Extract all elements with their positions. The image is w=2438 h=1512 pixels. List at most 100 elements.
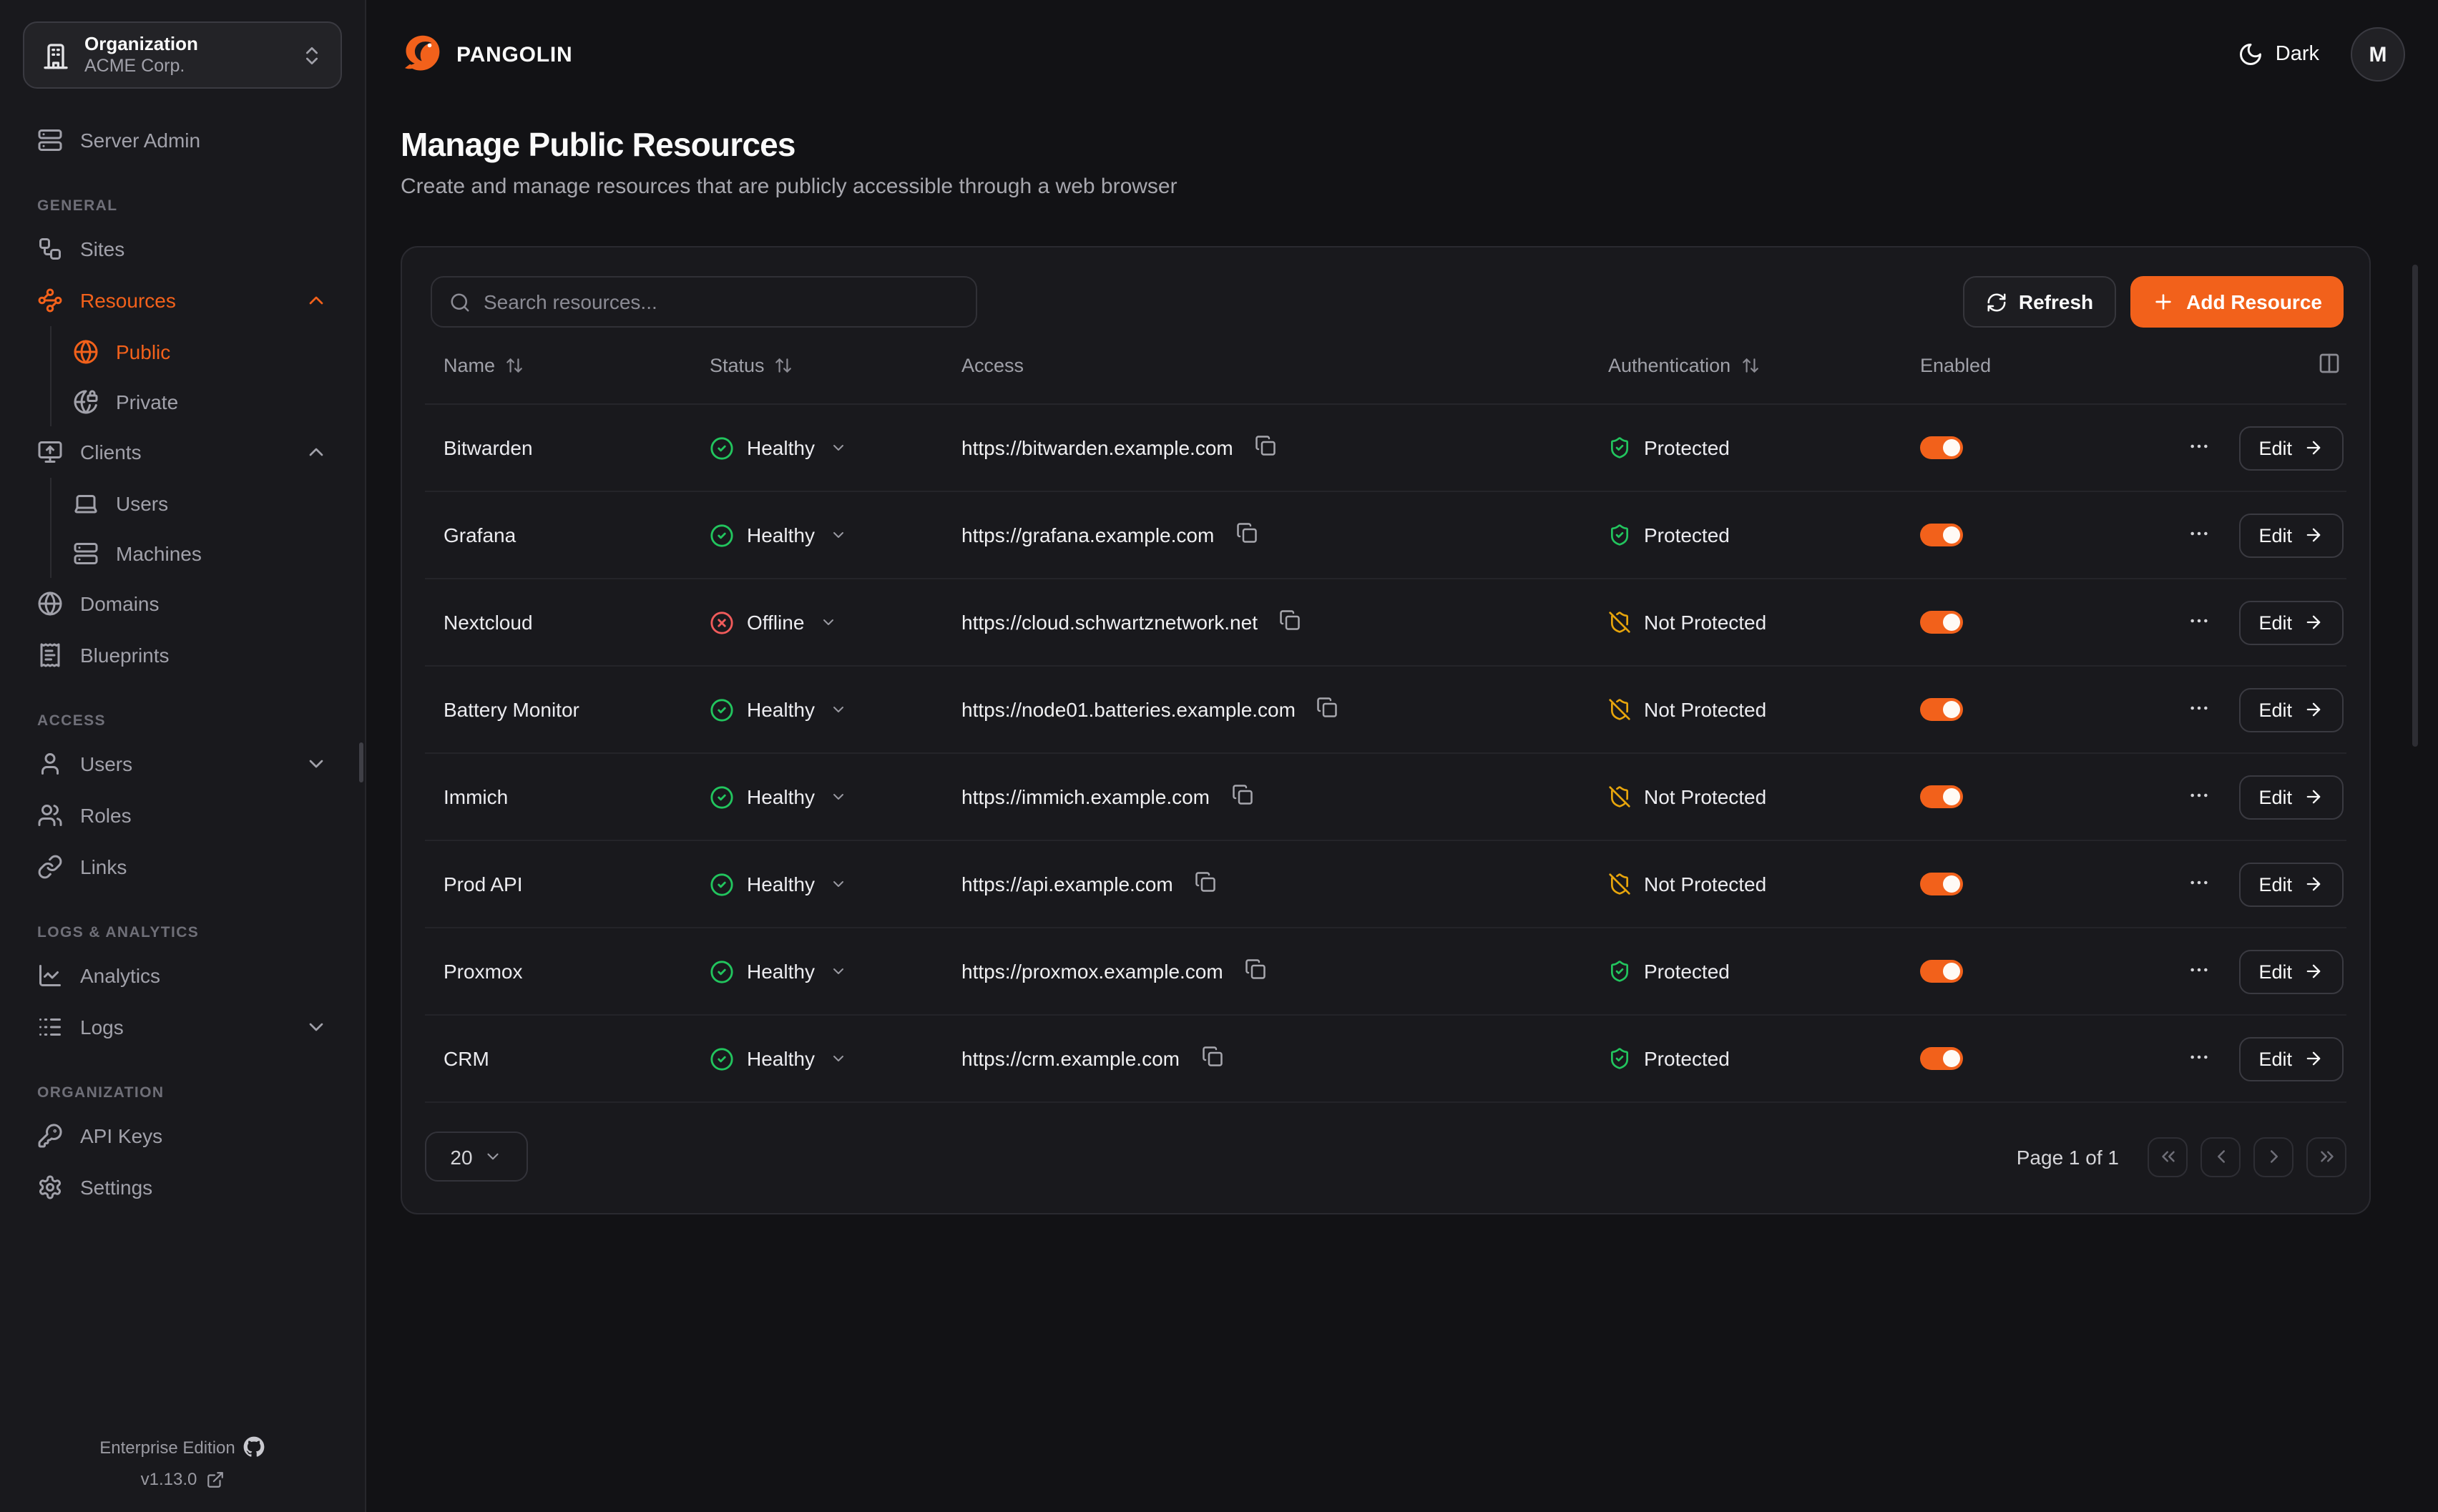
theme-toggle[interactable]: Dark — [2238, 41, 2319, 67]
refresh-button[interactable]: Refresh — [1963, 276, 2116, 328]
user-avatar[interactable]: M — [2351, 27, 2405, 82]
arrow-right-icon — [2304, 612, 2324, 632]
sidebar-item-settings[interactable]: Settings — [23, 1162, 342, 1213]
edit-button[interactable]: Edit — [2238, 426, 2344, 470]
copy-url-button[interactable] — [1192, 868, 1219, 900]
resource-url: https://grafana.example.com — [961, 524, 1214, 546]
sidebar-item-roles[interactable]: Roles — [23, 790, 342, 841]
copy-url-button[interactable] — [1242, 956, 1269, 987]
sidebar-scrollbar[interactable] — [359, 742, 363, 782]
status-dropdown[interactable]: Healthy — [691, 872, 943, 896]
copy-url-button[interactable] — [1198, 1043, 1225, 1074]
chevron-down-icon — [305, 1016, 328, 1039]
auth-status: Not Protected — [1590, 611, 1901, 634]
github-icon[interactable] — [244, 1436, 265, 1458]
copy-url-button[interactable] — [1314, 694, 1341, 725]
sidebar-item-blueprints[interactable]: Blueprints — [23, 629, 342, 681]
chevron-right-icon — [2263, 1146, 2284, 1167]
enabled-toggle[interactable] — [1920, 1047, 1963, 1070]
edit-button[interactable]: Edit — [2238, 513, 2344, 557]
row-actions-button[interactable] — [2184, 431, 2213, 464]
waypoints-icon — [37, 288, 63, 313]
status-dropdown[interactable]: Offline — [691, 610, 943, 634]
sidebar-item-links[interactable]: Links — [23, 841, 342, 893]
enabled-toggle[interactable] — [1920, 611, 1963, 634]
column-header-authentication[interactable]: Authentication — [1590, 355, 1901, 376]
organization-selector[interactable]: Organization ACME Corp. — [23, 21, 342, 89]
resource-url: https://cloud.schwartznetwork.net — [961, 611, 1258, 634]
row-actions-button[interactable] — [2184, 1042, 2213, 1075]
chevron-down-icon — [831, 1050, 848, 1067]
sidebar-item-client-users[interactable]: Users — [52, 478, 342, 528]
enabled-toggle[interactable] — [1920, 524, 1963, 546]
column-settings-button[interactable] — [2315, 349, 2344, 382]
page-scrollbar[interactable] — [2412, 265, 2418, 747]
resource-name: Proxmox — [425, 960, 691, 983]
edit-button[interactable]: Edit — [2238, 862, 2344, 906]
add-resource-button[interactable]: Add Resource — [2130, 276, 2344, 328]
brand-logo[interactable]: PANGOLIN — [401, 33, 573, 76]
chevron-down-icon — [831, 875, 848, 893]
external-link-icon[interactable] — [205, 1470, 224, 1488]
edit-button[interactable]: Edit — [2238, 1036, 2344, 1081]
copy-url-button[interactable] — [1228, 781, 1255, 813]
chevron-down-icon — [831, 439, 848, 456]
resources-submenu: Public Private — [50, 326, 342, 426]
status-dropdown[interactable]: Healthy — [691, 785, 943, 809]
sidebar-item-logs[interactable]: Logs — [23, 1001, 342, 1053]
auth-status: Not Protected — [1590, 873, 1901, 895]
column-header-status[interactable]: Status — [691, 355, 943, 376]
app-window: Organization ACME Corp. Server Admin GEN… — [0, 0, 2438, 1512]
enabled-toggle[interactable] — [1920, 698, 1963, 721]
first-page-button[interactable] — [2148, 1137, 2188, 1177]
sidebar-item-server-admin[interactable]: Server Admin — [23, 114, 342, 166]
copy-url-button[interactable] — [1276, 607, 1303, 638]
copy-url-button[interactable] — [1252, 432, 1279, 463]
row-actions-button[interactable] — [2184, 868, 2213, 900]
table-row: Nextcloud Offline https://cloud.schwartz… — [425, 579, 2346, 667]
search-input[interactable] — [484, 290, 959, 313]
status-dropdown[interactable]: Healthy — [691, 436, 943, 460]
row-actions-button[interactable] — [2184, 693, 2213, 726]
sidebar-item-api-keys[interactable]: API Keys — [23, 1110, 342, 1162]
row-actions-button[interactable] — [2184, 780, 2213, 813]
resource-name: Nextcloud — [425, 611, 691, 634]
enabled-toggle[interactable] — [1920, 873, 1963, 895]
sidebar-item-private[interactable]: Private — [52, 376, 342, 426]
sidebar-item-sites[interactable]: Sites — [23, 223, 342, 275]
sidebar-item-machines[interactable]: Machines — [52, 528, 342, 578]
sidebar-item-resources[interactable]: Resources — [23, 275, 342, 326]
edit-button[interactable]: Edit — [2238, 949, 2344, 993]
sidebar-item-domains[interactable]: Domains — [23, 578, 342, 629]
enabled-toggle[interactable] — [1920, 785, 1963, 808]
page-size-select[interactable]: 20 — [425, 1131, 528, 1182]
logs-icon — [37, 1014, 63, 1040]
copy-url-button[interactable] — [1233, 519, 1260, 551]
sidebar-item-public[interactable]: Public — [52, 326, 342, 376]
column-header-name[interactable]: Name — [425, 355, 691, 376]
next-page-button[interactable] — [2253, 1137, 2293, 1177]
sidebar-item-clients[interactable]: Clients — [23, 426, 342, 478]
page-subtitle: Create and manage resources that are pub… — [401, 175, 2438, 199]
main-content: PANGOLIN Dark M Manage Public Resources … — [366, 0, 2438, 1512]
sidebar-item-analytics[interactable]: Analytics — [23, 950, 342, 1001]
resource-url: https://node01.batteries.example.com — [961, 698, 1296, 721]
status-dropdown[interactable]: Healthy — [691, 1046, 943, 1071]
row-actions-button[interactable] — [2184, 606, 2213, 639]
edit-button[interactable]: Edit — [2238, 600, 2344, 644]
pagination: 20 Page 1 of 1 — [425, 1131, 2346, 1182]
status-dropdown[interactable]: Healthy — [691, 697, 943, 722]
edit-button[interactable]: Edit — [2238, 687, 2344, 732]
edit-button[interactable]: Edit — [2238, 775, 2344, 819]
enabled-toggle[interactable] — [1920, 436, 1963, 459]
enabled-toggle[interactable] — [1920, 960, 1963, 983]
sidebar-item-users[interactable]: Users — [23, 738, 342, 790]
row-actions-button[interactable] — [2184, 955, 2213, 988]
status-dropdown[interactable]: Healthy — [691, 959, 943, 983]
resource-url: https://immich.example.com — [961, 785, 1210, 808]
row-actions-button[interactable] — [2184, 519, 2213, 551]
last-page-button[interactable] — [2306, 1137, 2346, 1177]
previous-page-button[interactable] — [2200, 1137, 2241, 1177]
auth-status: Not Protected — [1590, 698, 1901, 721]
status-dropdown[interactable]: Healthy — [691, 523, 943, 547]
